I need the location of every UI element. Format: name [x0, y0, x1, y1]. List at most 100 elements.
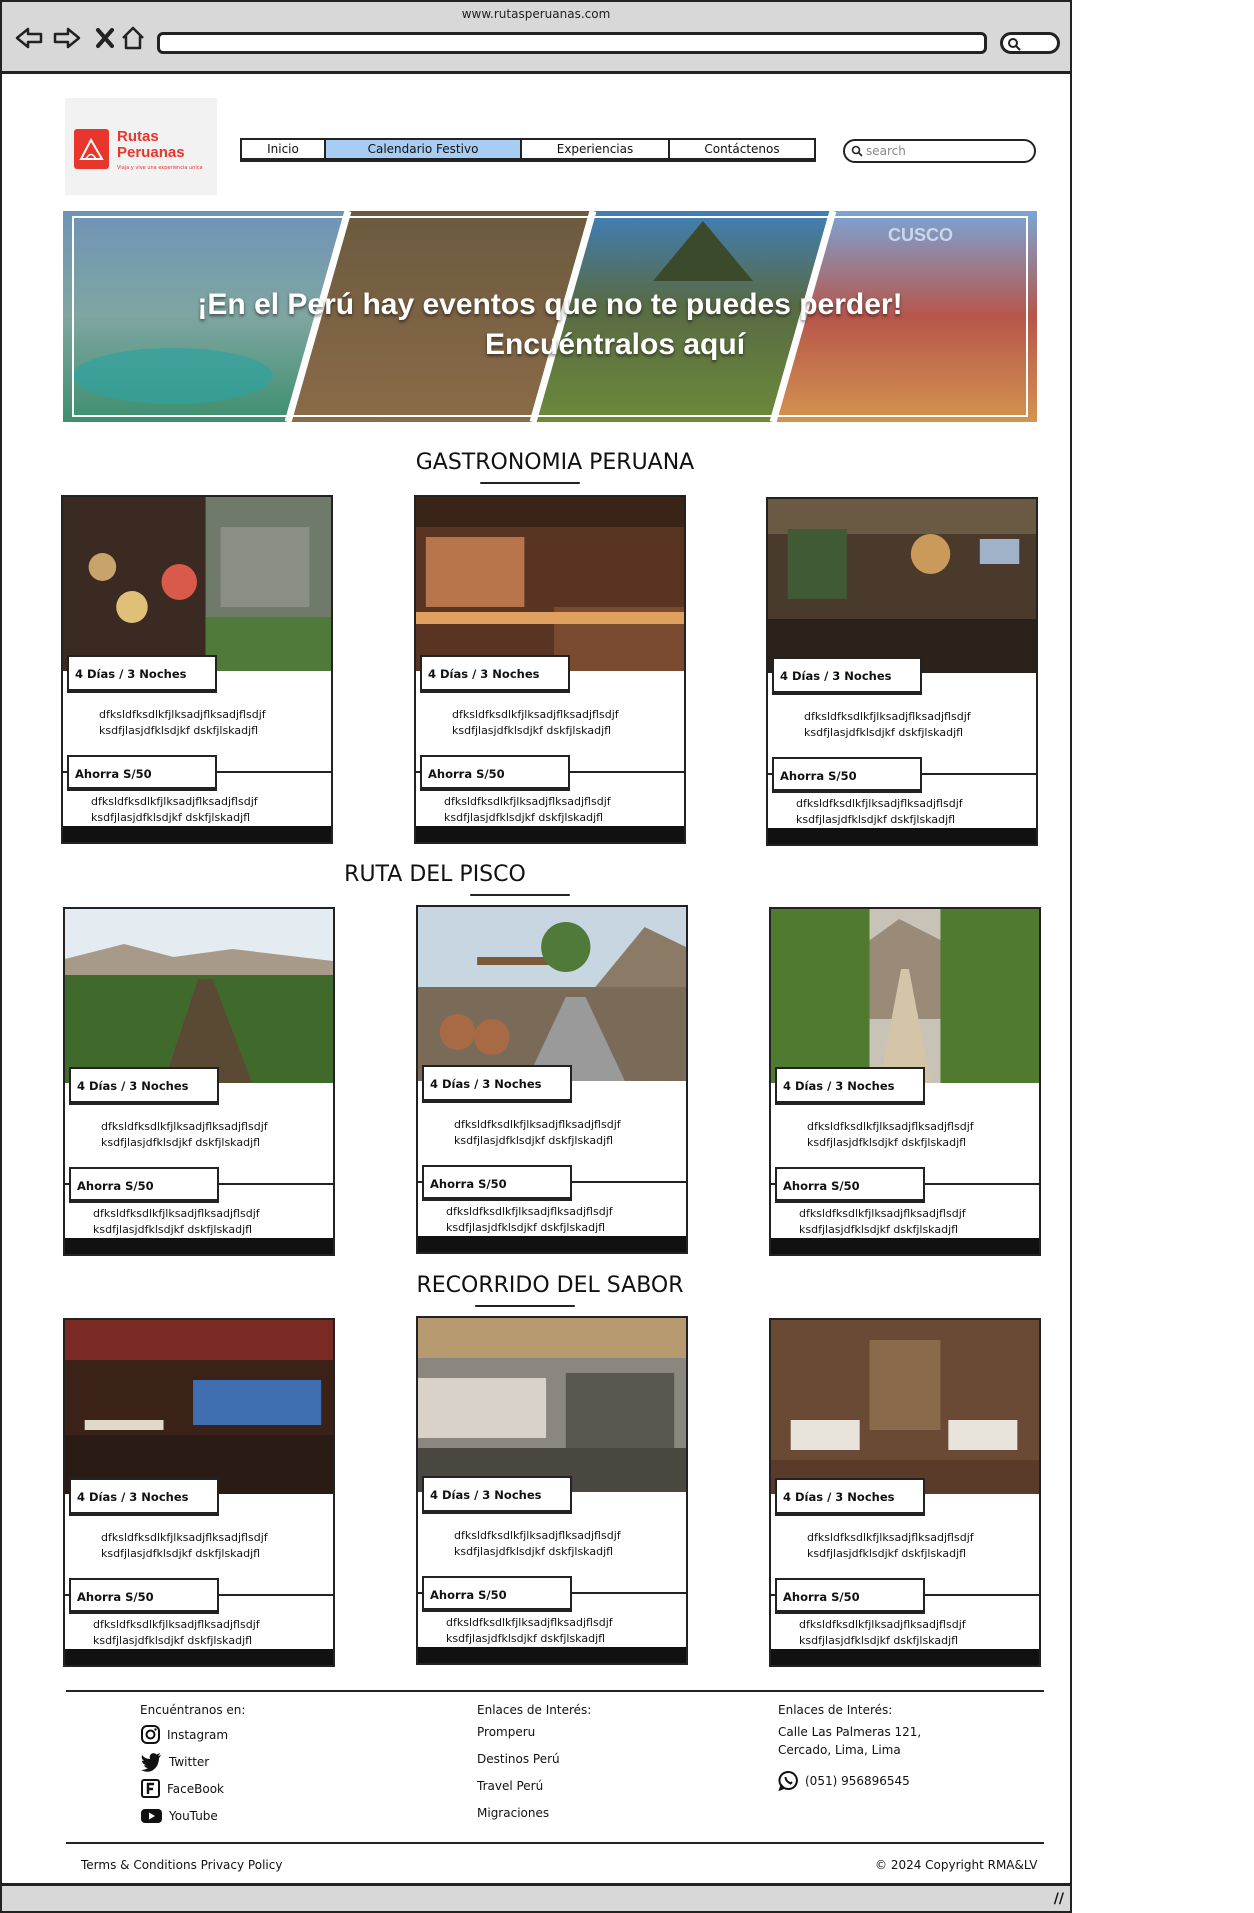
- hero-title-line2: Encuéntralos aquí: [484, 328, 746, 361]
- social-link-instagram[interactable]: Instagram: [140, 1721, 245, 1748]
- card-photo: [771, 909, 1039, 1083]
- card-description: dfksldfksdlkfjlksadjflksadjflsdjf ksdfjl…: [454, 1118, 621, 1147]
- hero-banner[interactable]: CUSCO ¡En el Perú hay eventos que no te …: [63, 211, 1037, 422]
- card-price-description: dfksldfksdlkfjlksadjflksadjflsdjf ksdfjl…: [93, 1207, 260, 1236]
- card-duration: 4 Días / 3 Noches: [69, 1478, 219, 1516]
- card-price-description: dfksldfksdlkfjlksadjflksadjflsdjf ksdfjl…: [799, 1207, 966, 1236]
- card-footer-bar: [65, 1649, 333, 1665]
- social-link-youtube[interactable]: YouTube: [140, 1802, 245, 1829]
- main-nav: Inicio Calendario Festivo Experiencias C…: [240, 138, 816, 162]
- card-photo: [65, 909, 333, 1083]
- section-title-gastronomia: GASTRONOMIA PERUANA: [415, 450, 695, 475]
- site-logo[interactable]: Rutas Peruanas Viaja y vive una experien…: [65, 98, 217, 195]
- contact-address-line2: Cercado, Lima, Lima: [778, 1743, 901, 1757]
- tab-inicio[interactable]: Inicio: [242, 140, 326, 158]
- footer-contact-heading: Enlaces de Interés:: [778, 1703, 893, 1717]
- experience-card[interactable]: 4 Días / 3 Noches dfksldfksdlkfjlksadjfl…: [416, 1316, 688, 1665]
- card-footer-bar: [63, 826, 331, 842]
- card-description: dfksldfksdlkfjlksadjflksadjflsdjf ksdfjl…: [804, 710, 971, 739]
- browser-url-title: www.rutasperuanas.com: [461, 7, 611, 21]
- card-duration: 4 Días / 3 Noches: [69, 1067, 219, 1105]
- tab-calendario-festivo[interactable]: Calendario Festivo: [326, 140, 522, 158]
- social-link-twitter[interactable]: Twitter: [140, 1748, 245, 1775]
- card-photo: [768, 499, 1036, 673]
- footer-social: Encuéntranos en: Instagram Twitter FaceB…: [140, 1703, 245, 1829]
- browser-statusbar: //: [2, 1883, 1070, 1911]
- instagram-icon: [141, 1725, 160, 1744]
- footer-link-destinos-peru[interactable]: Destinos Perú: [477, 1748, 591, 1775]
- card-duration: 4 Días / 3 Noches: [67, 655, 217, 693]
- card-photo: [63, 497, 331, 671]
- card-footer-bar: [418, 1647, 686, 1663]
- card-description: dfksldfksdlkfjlksadjflksadjflsdjf ksdfjl…: [807, 1120, 974, 1149]
- card-price-description: dfksldfksdlkfjlksadjflksadjflsdjf ksdfjl…: [799, 1618, 966, 1647]
- card-duration: 4 Días / 3 Noches: [775, 1067, 925, 1105]
- card-footer-bar: [416, 826, 684, 842]
- footer-legal-links[interactable]: Terms & Conditions Privacy Policy: [81, 1858, 282, 1872]
- footer-copyright: © 2024 Copyright RMA&LV: [875, 1858, 1038, 1872]
- footer-link-promperu[interactable]: Promperu: [477, 1721, 591, 1748]
- tab-experiencias[interactable]: Experiencias: [522, 140, 670, 158]
- footer-social-heading: Encuéntranos en:: [140, 1703, 246, 1717]
- footer-bottom-divider: [66, 1842, 1044, 1844]
- experience-card[interactable]: 4 Días / 3 Noches dfksldfksdlkfjlksadjfl…: [63, 1318, 335, 1667]
- card-photo: [416, 497, 684, 671]
- social-link-facebook[interactable]: FaceBook: [140, 1775, 245, 1802]
- experience-card[interactable]: 4 Días / 3 Noches dfksldfksdlkfjlksadjfl…: [769, 1318, 1041, 1667]
- twitter-icon: [141, 1753, 161, 1772]
- card-description: dfksldfksdlkfjlksadjflksadjflsdjf ksdfjl…: [452, 708, 619, 737]
- search-input[interactable]: search: [843, 139, 1036, 163]
- home-icon[interactable]: [118, 24, 148, 52]
- card-price: Ahorra S/50: [422, 1576, 572, 1612]
- experience-card[interactable]: 4 Días / 3 Noches dfksldfksdlkfjlksadjfl…: [414, 495, 686, 844]
- card-photo: [65, 1320, 333, 1494]
- card-description: dfksldfksdlkfjlksadjflksadjflsdjf ksdfjl…: [454, 1529, 621, 1558]
- card-footer-bar: [771, 1238, 1039, 1254]
- browser-toolbar: www.rutasperuanas.com: [2, 2, 1070, 74]
- section-underline: [480, 482, 580, 484]
- card-description: dfksldfksdlkfjlksadjflksadjflsdjf ksdfjl…: [101, 1120, 268, 1149]
- social-label: FaceBook: [167, 1781, 224, 1796]
- footer-links: Enlaces de Interés: Promperu Destinos Pe…: [477, 1703, 591, 1829]
- card-price: Ahorra S/50: [772, 757, 922, 793]
- back-icon[interactable]: [14, 24, 44, 52]
- resize-grip-icon[interactable]: //: [1054, 1891, 1064, 1907]
- tab-contactenos[interactable]: Contáctenos: [670, 140, 814, 158]
- browser-search[interactable]: [1000, 32, 1060, 54]
- footer-link-travel-peru[interactable]: Travel Perú: [477, 1775, 591, 1802]
- card-description: dfksldfksdlkfjlksadjflksadjflsdjf ksdfjl…: [807, 1531, 974, 1560]
- experience-card[interactable]: 4 Días / 3 Noches dfksldfksdlkfjlksadjfl…: [416, 905, 688, 1254]
- search-icon: [851, 145, 863, 157]
- footer-link-migraciones[interactable]: Migraciones: [477, 1802, 591, 1829]
- contact-phone[interactable]: (051) 956896545: [778, 1767, 921, 1794]
- section-title-pisco: RUTA DEL PISCO: [344, 862, 526, 887]
- stop-icon[interactable]: [90, 24, 120, 52]
- experience-card[interactable]: 4 Días / 3 Noches dfksldfksdlkfjlksadjfl…: [766, 497, 1038, 846]
- logo-line1: Rutas: [117, 128, 159, 145]
- social-label: YouTube: [169, 1808, 218, 1823]
- card-footer-bar: [418, 1236, 686, 1252]
- card-price: Ahorra S/50: [69, 1578, 219, 1614]
- forward-icon[interactable]: [52, 24, 82, 52]
- experience-card[interactable]: 4 Días / 3 Noches dfksldfksdlkfjlksadjfl…: [61, 495, 333, 844]
- card-footer-bar: [771, 1649, 1039, 1665]
- footer-divider: [66, 1690, 1044, 1692]
- card-price-description: dfksldfksdlkfjlksadjflksadjflsdjf ksdfjl…: [446, 1205, 613, 1234]
- card-photo: [418, 907, 686, 1081]
- social-label: Twitter: [169, 1754, 210, 1769]
- logo-mark-icon: [74, 129, 109, 169]
- experience-card[interactable]: 4 Días / 3 Noches dfksldfksdlkfjlksadjfl…: [63, 907, 335, 1256]
- footer-links-heading: Enlaces de Interés:: [477, 1703, 592, 1717]
- card-duration: 4 Días / 3 Noches: [775, 1478, 925, 1516]
- address-bar[interactable]: [157, 32, 987, 54]
- section-underline: [475, 1305, 575, 1307]
- card-description: dfksldfksdlkfjlksadjflksadjflsdjf ksdfjl…: [99, 708, 266, 737]
- section-title-sabor: RECORRIDO DEL SABOR: [416, 1273, 684, 1298]
- search-icon: [1008, 38, 1021, 51]
- card-duration: 4 Días / 3 Noches: [420, 655, 570, 693]
- logo-tagline: Viaja y vive una experiencia unica: [117, 165, 203, 171]
- experience-card[interactable]: 4 Días / 3 Noches dfksldfksdlkfjlksadjfl…: [769, 907, 1041, 1256]
- card-price: Ahorra S/50: [422, 1165, 572, 1201]
- youtube-icon: [141, 1809, 162, 1823]
- card-duration: 4 Días / 3 Noches: [422, 1476, 572, 1514]
